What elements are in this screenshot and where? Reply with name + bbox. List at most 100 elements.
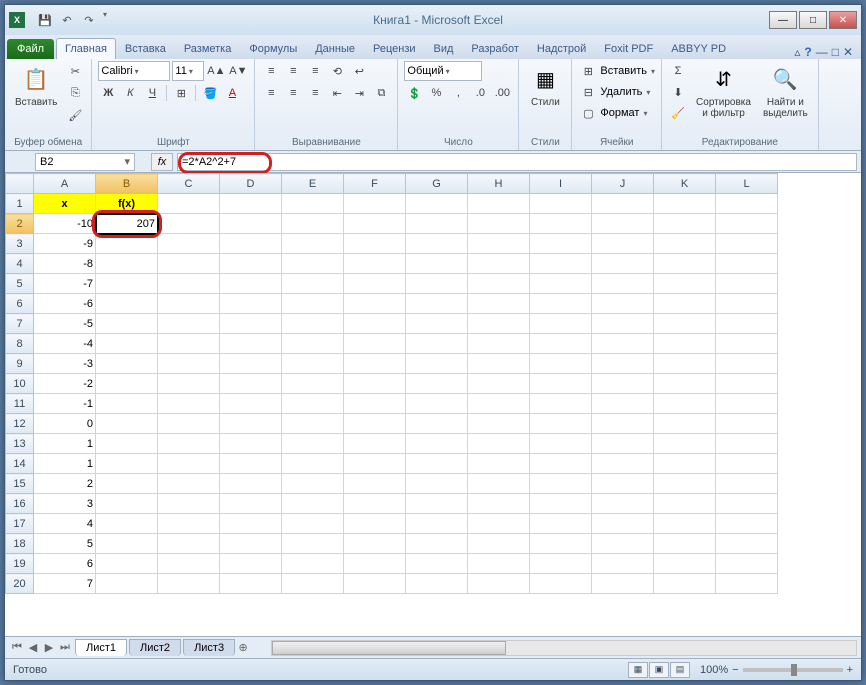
tab-formulas[interactable]: Формулы [240,38,306,59]
cell[interactable] [716,574,778,594]
cell[interactable] [592,454,654,474]
cell[interactable] [716,314,778,334]
delete-cells-button[interactable]: ⊟Удалить▾ [578,82,655,102]
workbook-min-icon[interactable]: — [816,45,828,59]
col-header-c[interactable]: C [158,174,220,194]
cell[interactable] [530,414,592,434]
tab-view[interactable]: Вид [425,38,463,59]
cell-a14[interactable]: 1 [34,454,96,474]
cell[interactable] [654,294,716,314]
help-icon[interactable]: ? [804,45,811,59]
cell[interactable] [654,414,716,434]
cell[interactable] [654,254,716,274]
grid-scroll[interactable]: A B C D E F G H I J K L 1 x f(x) [5,173,861,636]
cell[interactable] [406,394,468,414]
cell-b20[interactable] [96,574,158,594]
cell[interactable] [282,294,344,314]
cell[interactable] [406,554,468,574]
col-header-k[interactable]: K [654,174,716,194]
col-header-l[interactable]: L [716,174,778,194]
cell[interactable] [654,394,716,414]
cell[interactable] [654,554,716,574]
cell[interactable] [158,434,220,454]
cell[interactable] [282,474,344,494]
cell[interactable] [468,434,530,454]
cell-a15[interactable]: 2 [34,474,96,494]
cell[interactable] [592,374,654,394]
file-tab[interactable]: Файл [7,39,54,59]
align-bottom-button[interactable]: ≡ [305,61,325,81]
tab-foxit[interactable]: Foxit PDF [595,38,662,59]
cell[interactable] [654,234,716,254]
cell[interactable] [716,254,778,274]
cell[interactable] [220,414,282,434]
cell[interactable] [592,434,654,454]
cell[interactable] [592,194,654,214]
view-layout-button[interactable]: ▣ [649,662,669,678]
cell[interactable] [716,214,778,234]
sheet-tab-2[interactable]: Лист2 [129,639,181,656]
cell[interactable] [282,214,344,234]
cell-b11[interactable] [96,394,158,414]
row-header-2[interactable]: 2 [6,214,34,234]
cell[interactable] [406,234,468,254]
cell[interactable] [158,454,220,474]
tab-addins[interactable]: Надстрой [528,38,595,59]
cell[interactable] [344,314,406,334]
cell[interactable] [592,414,654,434]
fx-button[interactable]: fx [151,153,173,171]
cell[interactable] [530,254,592,274]
cell[interactable] [220,194,282,214]
cell[interactable] [344,414,406,434]
cell-a7[interactable]: -5 [34,314,96,334]
cell[interactable] [220,574,282,594]
decrease-indent-button[interactable]: ⇤ [327,83,347,103]
cell[interactable] [468,574,530,594]
worksheet-grid[interactable]: A B C D E F G H I J K L 1 x f(x) [5,173,778,594]
cell-a5[interactable]: -7 [34,274,96,294]
select-all-corner[interactable] [6,174,34,194]
cell[interactable] [654,274,716,294]
cell[interactable] [282,314,344,334]
cell[interactable] [282,454,344,474]
cell[interactable] [592,574,654,594]
cell[interactable] [158,514,220,534]
cell[interactable] [344,214,406,234]
row-header-16[interactable]: 16 [6,494,34,514]
cell[interactable] [220,214,282,234]
cell[interactable] [406,574,468,594]
workbook-close-icon[interactable]: ✕ [843,45,853,59]
cell[interactable] [220,334,282,354]
cell[interactable] [158,374,220,394]
col-header-j[interactable]: J [592,174,654,194]
cell-a10[interactable]: -2 [34,374,96,394]
name-box[interactable]: B2 ▾ [35,153,135,171]
cell[interactable] [282,534,344,554]
cell[interactable] [220,494,282,514]
cell[interactable] [220,474,282,494]
cell-a4[interactable]: -8 [34,254,96,274]
col-header-f[interactable]: F [344,174,406,194]
row-header-12[interactable]: 12 [6,414,34,434]
sheet-nav-prev[interactable]: ◀ [25,640,41,656]
cell[interactable] [530,314,592,334]
cell[interactable] [158,474,220,494]
cell[interactable] [158,194,220,214]
shrink-font-button[interactable]: A▼ [228,61,248,81]
cell-b12[interactable] [96,414,158,434]
cell[interactable] [592,254,654,274]
cell[interactable] [158,274,220,294]
row-header-13[interactable]: 13 [6,434,34,454]
bold-button[interactable]: Ж [98,83,118,103]
cell-b4[interactable] [96,254,158,274]
cell[interactable] [716,294,778,314]
cell[interactable] [654,434,716,454]
zoom-level[interactable]: 100% [700,664,728,676]
cell[interactable] [344,454,406,474]
cell-b9[interactable] [96,354,158,374]
cell[interactable] [716,554,778,574]
cell[interactable] [654,314,716,334]
align-right-button[interactable]: ≡ [305,83,325,103]
cell[interactable] [716,334,778,354]
cell[interactable] [344,554,406,574]
